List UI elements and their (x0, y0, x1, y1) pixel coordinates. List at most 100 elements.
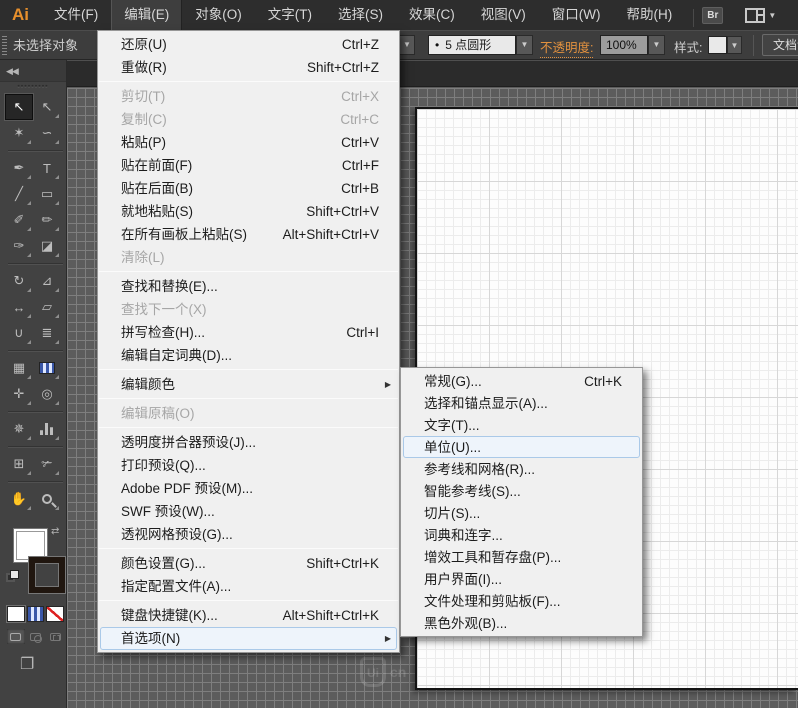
hand-tool[interactable]: ✋ (5, 486, 33, 512)
panel-collapse-button[interactable]: ◀◀ (0, 60, 66, 82)
bridge-button[interactable]: Br (702, 7, 723, 24)
menubar-item[interactable]: 窗口(W) (539, 0, 614, 30)
draw-inside-button[interactable] (46, 629, 64, 644)
menubar-item[interactable]: 文件(F) (41, 0, 111, 30)
paintbrush-tool[interactable]: ✐ (5, 207, 33, 233)
rectangle-tool[interactable]: ▭ (33, 181, 61, 207)
panel-drag-handle[interactable]: ▪▪▪▪▪▪▪▪▪ (0, 82, 66, 94)
style-dropdown-button[interactable]: ▼ (727, 36, 742, 54)
edit-menu-item[interactable]: 指定配置文件(A)... (100, 575, 397, 598)
shape-builder-tool[interactable]: ∪ (5, 320, 33, 346)
edit-menu-item[interactable]: 重做(R)Shift+Ctrl+Z (100, 56, 397, 79)
scale-tool[interactable]: ⊿ (33, 268, 61, 294)
edit-menu-item[interactable]: 剪切(T)Ctrl+X (100, 85, 397, 108)
preferences-submenu-item[interactable]: 文件处理和剪贴板(F)... (403, 590, 640, 612)
menubar-item[interactable]: 选择(S) (325, 0, 396, 30)
free-transform-tool[interactable]: ▱ (33, 294, 61, 320)
blob-brush-tool[interactable]: ✑ (5, 233, 33, 259)
zoom-tool[interactable] (33, 486, 61, 512)
column-graph-tool[interactable] (33, 416, 61, 442)
edit-menu-item[interactable]: 编辑自定词典(D)... (100, 344, 397, 367)
width-tool[interactable]: ↔ (5, 294, 33, 320)
artboard-tool[interactable]: ⊞ (5, 451, 33, 477)
edit-menu-item[interactable]: SWF 预设(W)... (100, 500, 397, 523)
edit-menu-item[interactable]: 键盘快捷键(K)...Alt+Shift+Ctrl+K (100, 604, 397, 627)
lasso-tool[interactable]: ∽ (33, 120, 61, 146)
color-button[interactable] (7, 606, 25, 622)
style-swatch[interactable] (708, 36, 727, 54)
gradient-button[interactable] (27, 606, 45, 622)
preferences-submenu-item[interactable]: 智能参考线(S)... (403, 480, 640, 502)
menubar-item[interactable]: 效果(C) (396, 0, 468, 30)
pen-tool[interactable]: ✒ (5, 155, 33, 181)
preferences-submenu-item[interactable]: 选择和锚点显示(A)... (403, 392, 640, 414)
menubar-item[interactable]: 帮助(H) (613, 0, 685, 30)
stroke-color-swatch[interactable] (29, 557, 65, 593)
preferences-submenu-item[interactable]: 常规(G)...Ctrl+K (403, 370, 640, 392)
preferences-submenu-item[interactable]: 参考线和网格(R)... (403, 458, 640, 480)
panel-grip[interactable] (2, 36, 7, 56)
edit-menu-item[interactable]: 就地粘贴(S)Shift+Ctrl+V (100, 200, 397, 223)
perspective-grid-tool[interactable]: ≣ (33, 320, 61, 346)
edit-menu-item[interactable]: 查找下一个(X) (100, 298, 397, 321)
menu-item-shortcut: Ctrl+C (340, 109, 379, 131)
edit-menu-item[interactable]: 在所有画板上粘贴(S)Alt+Shift+Ctrl+V (100, 223, 397, 246)
edit-menu-item[interactable]: 打印预设(Q)... (100, 454, 397, 477)
opacity-link[interactable]: 不透明度: (540, 37, 593, 58)
opacity-input[interactable]: 100% (600, 35, 648, 55)
edit-menu-item[interactable]: 编辑颜色▶ (100, 373, 397, 396)
document-setup-button[interactable]: 文档设置 (762, 34, 798, 56)
edit-menu-item[interactable]: 还原(U)Ctrl+Z (100, 33, 397, 56)
preferences-submenu-item[interactable]: 用户界面(I)... (403, 568, 640, 590)
menubar-item[interactable]: 对象(O) (182, 0, 255, 30)
preferences-submenu-item[interactable]: 单位(U)... (403, 436, 640, 458)
preferences-submenu-item[interactable]: 词典和连字... (403, 524, 640, 546)
mesh-tool[interactable]: ▦ (5, 355, 33, 381)
edit-menu-item[interactable]: Adobe PDF 预设(M)... (100, 477, 397, 500)
stroke-dropdown-button[interactable]: ▼ (399, 35, 415, 55)
menu-separator (99, 369, 398, 370)
type-tool[interactable]: T (33, 155, 61, 181)
draw-normal-button[interactable] (7, 629, 25, 644)
screen-mode-button[interactable]: ❐ (20, 654, 66, 674)
selection-tool[interactable]: ↖ (5, 94, 33, 120)
rotate-tool[interactable]: ↻ (5, 268, 33, 294)
menubar-item[interactable]: 文字(T) (255, 0, 325, 30)
preferences-submenu-item[interactable]: 增效工具和暂存盘(P)... (403, 546, 640, 568)
preferences-submenu-item[interactable]: 切片(S)... (403, 502, 640, 524)
blend-tool[interactable]: ◎ (33, 381, 61, 407)
edit-menu-item[interactable]: 编辑原稿(O) (100, 402, 397, 425)
menubar-item[interactable]: 编辑(E) (111, 0, 182, 30)
edit-menu-item[interactable]: 查找和替换(E)... (100, 275, 397, 298)
workspace-switcher[interactable]: ▼ (745, 8, 776, 23)
edit-menu-item[interactable]: 贴在后面(B)Ctrl+B (100, 177, 397, 200)
edit-menu-item[interactable]: 透视网格预设(G)... (100, 523, 397, 546)
slice-tool[interactable]: ✃ (33, 451, 61, 477)
edit-menu-item[interactable]: 复制(C)Ctrl+C (100, 108, 397, 131)
edit-menu-item[interactable]: 粘贴(P)Ctrl+V (100, 131, 397, 154)
line-segment-tool[interactable]: ╱ (5, 181, 33, 207)
brush-definition-combo[interactable]: •5 点圆形 (428, 35, 516, 55)
preferences-submenu-item[interactable]: 黑色外观(B)... (403, 612, 640, 634)
edit-menu-item[interactable]: 首选项(N)▶ (100, 627, 397, 650)
preferences-submenu-item[interactable]: 文字(T)... (403, 414, 640, 436)
edit-menu-item[interactable]: 清除(L) (100, 246, 397, 269)
gradient-tool[interactable] (33, 355, 61, 381)
direct-selection-tool[interactable]: ↖ (33, 94, 61, 120)
symbol-sprayer-tool[interactable]: ✵ (5, 416, 33, 442)
magic-wand-tool[interactable]: ✶ (5, 120, 33, 146)
none-button[interactable] (46, 606, 64, 622)
edit-menu-item[interactable]: 透明度拼合器预设(J)... (100, 431, 397, 454)
menubar-item[interactable]: 视图(V) (468, 0, 539, 30)
eyedropper-tool[interactable]: ✛ (5, 381, 33, 407)
swap-fill-stroke-icon[interactable]: ⇄ (51, 526, 59, 537)
opacity-dropdown-button[interactable]: ▼ (648, 35, 665, 55)
draw-behind-button[interactable] (27, 629, 45, 644)
edit-menu-item[interactable]: 颜色设置(G)...Shift+Ctrl+K (100, 552, 397, 575)
default-fill-stroke-icon[interactable] (6, 570, 20, 583)
pencil-tool[interactable]: ✏ (33, 207, 61, 233)
brush-dropdown-button[interactable]: ▼ (516, 35, 533, 55)
edit-menu-item[interactable]: 拼写检查(H)...Ctrl+I (100, 321, 397, 344)
edit-menu-item[interactable]: 贴在前面(F)Ctrl+F (100, 154, 397, 177)
eraser-tool[interactable]: ◪ (33, 233, 61, 259)
